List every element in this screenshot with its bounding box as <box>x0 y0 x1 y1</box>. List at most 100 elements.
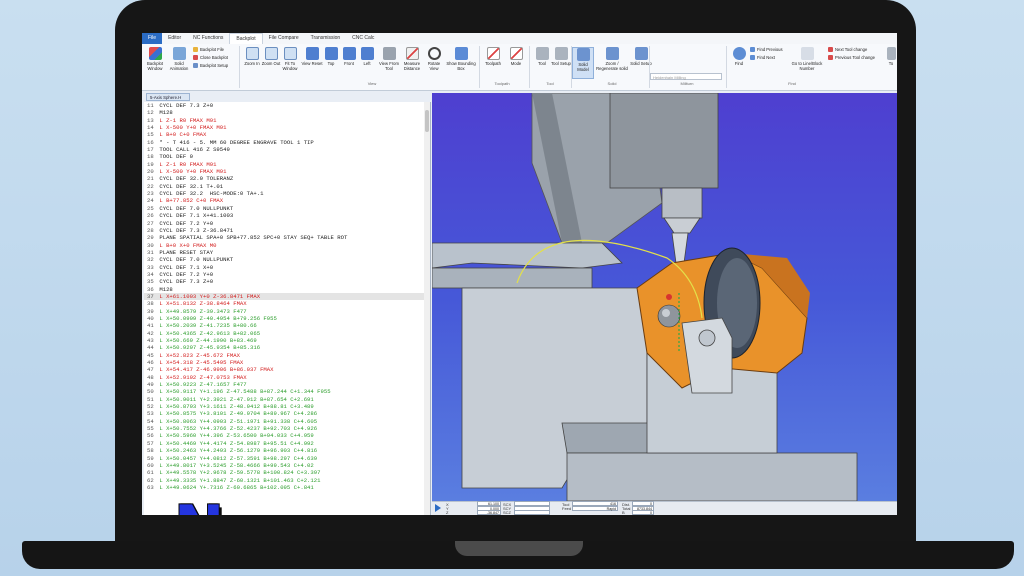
code-line[interactable]: 24 L B+77.852 C+0 FMAX <box>144 197 430 204</box>
tab-nc-functions[interactable]: NC Functions <box>187 33 229 44</box>
code-line[interactable]: 45 L X+52.823 Z-45.672 FMAX <box>144 352 430 359</box>
editor-scrollbar[interactable] <box>424 102 430 515</box>
code-text: L X+50.5960 Y+4.396 Z-53.6500 B+94.033 C… <box>159 432 314 440</box>
solid-model-button[interactable]: Solid Model <box>572 47 594 79</box>
code-line[interactable]: 32 CYCL DEF 7.0 NULLPUNKT <box>144 256 430 263</box>
code-line[interactable]: 13 L Z-1 R0 FMAX M91 <box>144 117 430 124</box>
code-line[interactable]: 44 L X+50.9297 Z-45.9354 B+85.316 <box>144 344 430 351</box>
backplot-3d-viewport[interactable] <box>432 93 897 501</box>
find-next-button[interactable]: Find Next <box>750 55 775 61</box>
group-label-find: Find <box>788 81 796 86</box>
code-line[interactable]: 11 CYCL DEF 7.3 Z+0 <box>144 102 430 109</box>
code-line[interactable]: 49 L X+50.9223 Z-47.1657 F477 <box>144 381 430 388</box>
code-line[interactable]: 30 L B+0 X+0 FMAX M0 <box>144 242 430 249</box>
editor-scroll-thumb[interactable] <box>425 110 429 132</box>
code-line[interactable]: 22 CYCL DEF 32.1 T+.01 <box>144 183 430 190</box>
trunnion-pivot <box>698 329 716 347</box>
previous-tool-change-button[interactable]: Previous Tool change <box>828 55 875 61</box>
app-window: File Editor NC Functions Backplot File C… <box>142 33 897 515</box>
code-line[interactable]: 58 L X+50.2463 Y+4.2493 Z-56.1279 B+96.9… <box>144 447 430 454</box>
code-line[interactable]: 55 L X+50.7552 Y+4.3766 Z-52.4237 B+92.7… <box>144 425 430 432</box>
code-text: L X+50.4365 Z-42.9613 B+82.065 <box>159 329 261 337</box>
code-line[interactable]: 16 * - T 416 - 5. MM 60 DEGREE ENGRAVE T… <box>144 139 430 146</box>
code-line[interactable]: 59 L X+50.0457 Y+4.0812 Z-57.3591 B+98.2… <box>144 455 430 462</box>
next-tool-change-button[interactable]: Next Tool change <box>828 47 867 53</box>
code-line[interactable]: 56 L X+50.5960 Y+4.396 Z-53.6500 B+94.03… <box>144 432 430 439</box>
find-previous-button[interactable]: Find Previous <box>750 47 783 53</box>
tab-editor[interactable]: Editor <box>162 33 187 44</box>
ribbon-separator <box>726 46 727 88</box>
view-from-tool-button[interactable]: View From Tool <box>378 47 400 71</box>
code-line[interactable]: 52 L X+50.8793 Y+3.1611 Z-48.9412 B+88.8… <box>144 403 430 410</box>
backplot-window-button[interactable]: Backplot Window <box>144 47 166 71</box>
machine-select[interactable]: Heidenhain Milling <box>650 73 722 80</box>
tool-setup-button[interactable]: Tool Setup <box>550 47 572 66</box>
goto-line-button[interactable]: Go to Line/Block Number <box>787 47 827 71</box>
backplot-setup-button[interactable]: Backplot Setup <box>193 63 228 69</box>
mode-button[interactable]: Mode <box>505 47 527 66</box>
find-button[interactable]: Find <box>728 47 750 66</box>
code-line[interactable]: 17 TOOL CALL 416 Z S9549 <box>144 146 430 153</box>
tool-more-button[interactable]: To <box>884 47 897 66</box>
code-line[interactable]: 39 L X+49.8579 Z-39.3473 F477 <box>144 308 430 315</box>
code-line[interactable]: 23 CYCL DEF 32.2 HSC-MODE:0 TA+.1 <box>144 190 430 197</box>
code-line[interactable]: 25 CYCL DEF 7.0 NULLPUNKT <box>144 205 430 212</box>
code-line[interactable]: 21 CYCL DEF 32.0 TOLERANZ <box>144 175 430 182</box>
code-line[interactable]: 53 L X+50.8575 Y+3.8101 Z-49.9704 B+89.9… <box>144 410 430 417</box>
code-line[interactable]: 46 L X+54.318 Z-45.5495 FMAX <box>144 359 430 366</box>
tab-file-compare[interactable]: File Compare <box>263 33 305 44</box>
code-line[interactable]: 61 L X+49.5578 Y+2.9678 Z-59.5778 B+100.… <box>144 469 430 476</box>
code-line[interactable]: 54 L X+50.8063 Y+4.0903 Z-51.1971 B+91.3… <box>144 418 430 425</box>
code-line[interactable]: 37 L X+61.1003 Y+0 Z-36.8471 FMAX <box>144 292 430 301</box>
code-line[interactable]: 33 CYCL DEF 7.1 X+0 <box>144 264 430 271</box>
code-line[interactable]: 63 L X+49.0624 Y+.7316 Z-60.6865 B+102.0… <box>144 484 430 491</box>
code-line[interactable]: 43 L X+50.669 Z-44.1990 B+83.469 <box>144 337 430 344</box>
code-line[interactable]: 50 L X+50.9117 Y+1.196 Z-47.5488 B+87.24… <box>144 388 430 395</box>
backplot-file-button[interactable]: Backplot File <box>193 47 224 53</box>
code-line[interactable]: 36 M128 <box>144 286 430 293</box>
code-line[interactable]: 15 L B+0 C+0 FMAX <box>144 131 430 138</box>
code-line[interactable]: 28 CYCL DEF 7.3 Z-36.8471 <box>144 227 430 234</box>
code-line[interactable]: 26 CYCL DEF 7.1 X+41.1003 <box>144 212 430 219</box>
code-line[interactable]: 31 PLANE RESET STAY <box>144 249 430 256</box>
nc-code-editor[interactable]: 11 CYCL DEF 7.3 Z+0 12 M128 13 L Z-1 R0 FM… <box>144 102 431 515</box>
code-line[interactable]: 35 CYCL DEF 7.3 Z+0 <box>144 278 430 285</box>
code-line[interactable]: 48 L X+52.9192 Z-47.0753 FMAX <box>144 374 430 381</box>
code-line[interactable]: 19 L Z-1 R0 FMAX M91 <box>144 161 430 168</box>
tab-file[interactable]: File <box>142 33 163 44</box>
code-line[interactable]: 51 L X+50.9011 Y+2.3921 Z-47.912 B+87.65… <box>144 396 430 403</box>
code-line[interactable]: 12 M128 <box>144 109 430 116</box>
code-text: L X+50.9297 Z-45.9354 B+85.316 <box>159 344 261 352</box>
code-line[interactable]: 34 CYCL DEF 7.2 Y+0 <box>144 271 430 278</box>
code-line[interactable]: 27 CYCL DEF 7.2 Y+0 <box>144 220 430 227</box>
code-line[interactable]: 40 L X+50.0909 Z-40.4954 B+79.256 F955 <box>144 315 430 322</box>
feed-value: Rapid <box>572 505 618 511</box>
fit-to-window-button[interactable]: Fit To Window <box>279 47 301 71</box>
code-line[interactable]: 18 TOOL DEF 0 <box>144 153 430 160</box>
measure-distance-button[interactable]: Measure Distance <box>401 47 423 71</box>
left-view-button[interactable]: Left <box>356 47 378 66</box>
tab-transmission[interactable]: Transmission <box>305 33 347 44</box>
code-text: L Z-1 R0 FMAX M91 <box>159 160 217 168</box>
line-number: 21 <box>147 175 154 183</box>
code-line[interactable]: 41 L X+50.2039 Z-41.7235 B+80.66 <box>144 322 430 329</box>
code-line[interactable]: 14 L X-500 Y+0 FMAX M91 <box>144 124 430 131</box>
solid-animation-button[interactable]: Solid Animation <box>168 47 190 71</box>
code-line[interactable]: 42 L X+50.4365 Z-42.9613 B+82.065 <box>144 330 430 337</box>
document-tab[interactable]: 5-Axis Sphere.H <box>146 93 190 101</box>
tool-body <box>671 232 689 264</box>
zoom-regenerate-button[interactable]: Zoom / Regenerate solid <box>595 47 629 71</box>
code-line[interactable]: 20 L X-500 Y+0 FMAX M91 <box>144 168 430 175</box>
code-line[interactable]: 62 L X+49.3335 Y+1.8847 Z-60.1321 B+101.… <box>144 477 430 484</box>
toolpath-button[interactable]: Toolpath <box>481 47 505 66</box>
show-bounding-box-button[interactable]: Show Bounding Box <box>446 47 476 71</box>
tab-cnc-calc[interactable]: CNC Calc <box>346 33 380 44</box>
code-line[interactable]: 38 L X+51.8132 Z-38.8464 FMAX <box>144 300 430 307</box>
rotate-view-button[interactable]: Rotate View <box>423 47 445 71</box>
code-line[interactable]: 47 L X+54.417 Z-46.9906 B+86.037 FMAX <box>144 366 430 373</box>
close-backplot-button[interactable]: Close Backplot <box>193 55 228 61</box>
code-line[interactable]: 29 PLANE SPATIAL SPA+0 SPB+77.852 SPC+0 … <box>144 234 430 241</box>
tab-backplot[interactable]: Backplot <box>229 33 263 45</box>
code-line[interactable]: 57 L X+50.4469 Y+4.4174 Z-54.8987 B+95.5… <box>144 440 430 447</box>
code-line[interactable]: 60 L X+49.8017 Y+3.5245 Z-58.4666 B+99.5… <box>144 462 430 469</box>
